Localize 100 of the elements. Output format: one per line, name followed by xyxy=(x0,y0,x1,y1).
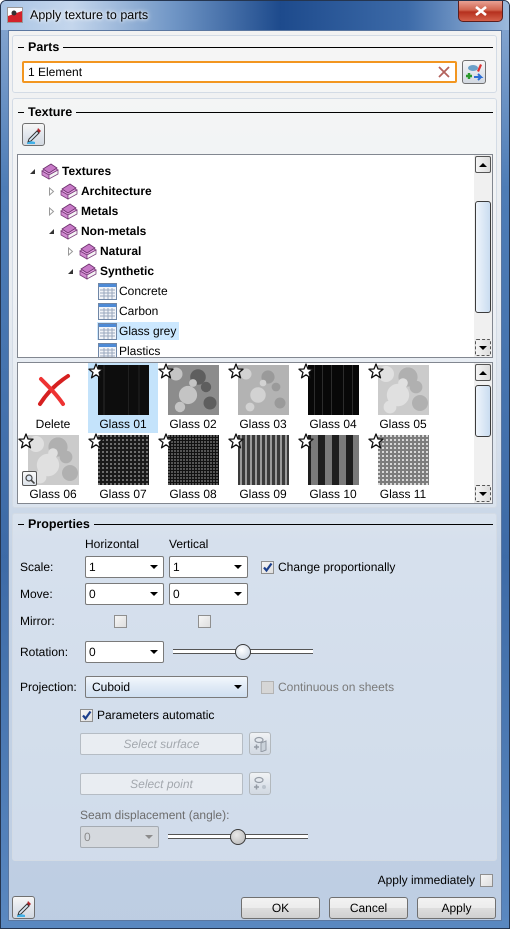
texture-tile[interactable]: Glass 02 xyxy=(158,363,228,433)
star-icon[interactable] xyxy=(158,363,174,379)
star-icon[interactable] xyxy=(88,433,104,449)
tree-item[interactable]: Architecture xyxy=(59,182,155,200)
table-icon xyxy=(97,342,117,357)
table-icon xyxy=(97,302,117,320)
texture-tile[interactable]: Glass 05 xyxy=(368,363,438,433)
checkbox[interactable] xyxy=(480,874,493,886)
tree-item[interactable]: Textures xyxy=(40,162,114,180)
caret-icon xyxy=(234,565,242,569)
close-icon xyxy=(474,6,486,16)
star-icon[interactable] xyxy=(158,433,174,449)
caret-icon xyxy=(150,565,158,569)
texture-tile[interactable]: Glass 04 xyxy=(298,363,368,433)
field-label: Seam displacement (angle): xyxy=(80,808,230,822)
texture-tile[interactable]: Glass 11 xyxy=(368,433,438,503)
texture-tile[interactable]: Glass 10 xyxy=(298,433,368,503)
tree-item[interactable]: Carbon xyxy=(97,302,162,320)
caret-icon xyxy=(145,835,153,839)
star-icon[interactable] xyxy=(368,363,384,379)
star-icon[interactable] xyxy=(88,363,104,379)
star-icon[interactable] xyxy=(18,433,34,449)
dropdown[interactable]: 0 xyxy=(85,641,164,663)
caret-icon xyxy=(150,592,158,596)
tree-arrow-icon[interactable] xyxy=(48,228,55,234)
tile-label: Glass 09 xyxy=(239,486,287,502)
texture-tile[interactable]: Glass 03 xyxy=(228,363,298,433)
magnifier-icon xyxy=(24,474,34,484)
group-title: Texture xyxy=(28,105,72,119)
parts-field[interactable]: 1 Element xyxy=(22,61,457,83)
checkbox[interactable] xyxy=(80,708,93,722)
checkbox-label[interactable]: Change proportionally xyxy=(278,560,396,574)
dialog-button[interactable]: OK xyxy=(241,896,320,918)
select-parts-button[interactable] xyxy=(462,60,486,84)
star-icon[interactable] xyxy=(228,363,244,379)
checkbox-label[interactable]: Parameters automatic xyxy=(97,708,214,722)
tree-arrow-icon[interactable] xyxy=(67,268,74,274)
star-icon[interactable] xyxy=(298,363,314,379)
close-button[interactable] xyxy=(458,1,503,22)
tree-item[interactable]: Natural xyxy=(78,242,144,260)
tree-arrow-icon[interactable] xyxy=(29,168,36,174)
book-icon xyxy=(78,262,98,280)
book-icon xyxy=(59,182,79,200)
tree-item[interactable]: Non-metals xyxy=(59,222,150,240)
group-title: Properties xyxy=(28,517,90,531)
dialog-button[interactable]: Cancel xyxy=(329,896,408,918)
eyedropper-button[interactable] xyxy=(12,896,35,919)
dialog-button[interactable]: Apply xyxy=(417,896,496,918)
caret-icon xyxy=(234,685,242,689)
checkbox[interactable] xyxy=(198,614,211,628)
tree-item[interactable]: Concrete xyxy=(97,282,171,300)
dropdown[interactable]: 0 xyxy=(169,583,248,605)
star-icon[interactable] xyxy=(368,433,384,449)
tile-label: Glass 06 xyxy=(29,486,77,502)
tile-label: Glass 02 xyxy=(169,416,217,432)
dropdown[interactable]: 1 xyxy=(169,556,248,578)
tree-item[interactable]: Metals xyxy=(59,202,122,220)
dropdown[interactable]: 1 xyxy=(85,556,164,578)
book-icon xyxy=(59,202,79,220)
tile-label: Glass 04 xyxy=(309,416,357,432)
window-title: Apply texture to parts xyxy=(30,8,148,22)
texture-tile[interactable]: Glass 07 xyxy=(88,433,158,503)
checkbox[interactable] xyxy=(114,614,127,628)
tile-label: Glass 03 xyxy=(239,416,287,432)
scrollbar[interactable] xyxy=(474,363,492,503)
tile-label: Glass 01 xyxy=(99,416,147,432)
tree-item[interactable]: Glass grey xyxy=(97,322,180,340)
delete-icon[interactable] xyxy=(35,373,71,407)
slider-thumb[interactable] xyxy=(235,644,251,660)
tile-label: Glass 10 xyxy=(309,486,357,502)
texture-tile[interactable]: Delete xyxy=(18,363,88,433)
star-icon[interactable] xyxy=(298,433,314,449)
field-label: Mirror: xyxy=(19,614,56,628)
table-icon xyxy=(97,322,117,340)
tile-label: Glass 11 xyxy=(380,486,426,502)
star-icon[interactable] xyxy=(228,433,244,449)
checkbox-label[interactable]: Apply immediately xyxy=(378,873,475,887)
scrollbar[interactable] xyxy=(474,155,492,357)
dropdown[interactable]: Cuboid xyxy=(85,676,248,698)
clear-icon[interactable] xyxy=(437,65,451,79)
book-icon xyxy=(78,242,98,260)
checkbox[interactable] xyxy=(261,560,274,574)
eyedropper-button[interactable] xyxy=(22,123,45,146)
texture-tile[interactable]: Glass 09 xyxy=(228,433,298,503)
texture-tile[interactable]: Glass 08 xyxy=(158,433,228,503)
column-label: Horizontal xyxy=(85,537,140,551)
book-icon xyxy=(40,162,60,180)
dropdown[interactable]: 0 xyxy=(85,583,164,605)
tile-label: Glass 08 xyxy=(169,486,217,502)
field-label: Scale: xyxy=(19,560,54,574)
zoom-button[interactable] xyxy=(22,471,37,486)
tree-item[interactable]: Plastics xyxy=(97,342,164,357)
plus-arrow-icon xyxy=(464,62,484,82)
texture-tile[interactable]: Glass 06 xyxy=(18,433,88,503)
caret-icon xyxy=(234,592,242,596)
texture-tile[interactable]: Glass 01 xyxy=(88,363,158,433)
tile-label: Delete xyxy=(36,416,70,432)
tree-item[interactable]: Synthetic xyxy=(78,262,158,280)
book-icon xyxy=(59,222,79,240)
tile-label: Glass 05 xyxy=(379,416,427,432)
